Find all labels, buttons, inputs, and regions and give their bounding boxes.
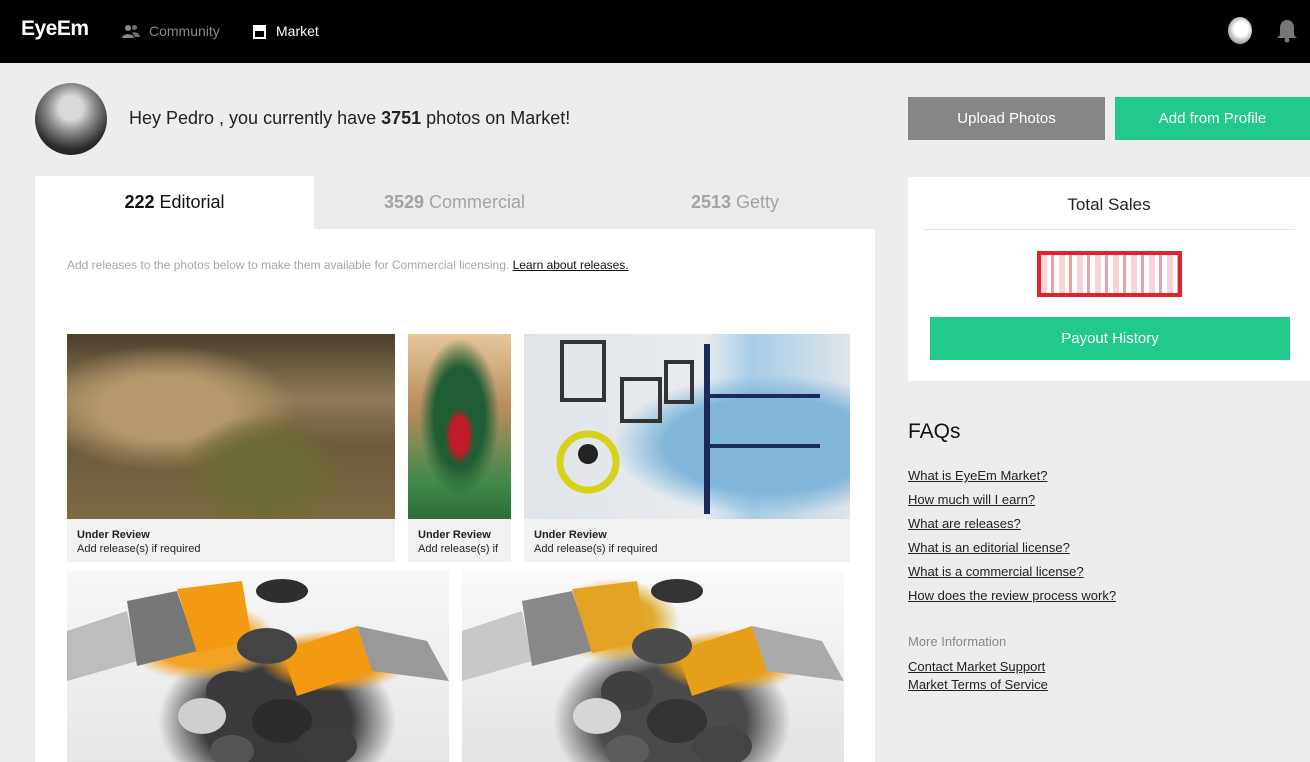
photo-nativity-scene[interactable]: [67, 334, 395, 519]
greeting-text: Hey Pedro , you currently have 3751 phot…: [129, 108, 570, 129]
release-notice: Add releases to the photos below to make…: [67, 258, 629, 272]
photo-paint-brushes-stones-2[interactable]: [462, 571, 844, 762]
photo-painted-wall[interactable]: [524, 334, 850, 519]
tab-editorial[interactable]: 222 Editorial: [35, 176, 314, 229]
tab-editorial-label: Editorial: [159, 192, 225, 212]
tab-commercial-count: 3529: [383, 192, 425, 212]
photo-card[interactable]: [67, 571, 449, 762]
store-icon: [253, 24, 266, 39]
divider: [923, 229, 1295, 230]
total-sales-value-redacted: [1037, 251, 1182, 297]
nav-community[interactable]: Community: [122, 22, 220, 40]
tab-getty-label: Getty: [736, 192, 780, 212]
bell-icon[interactable]: [1276, 18, 1298, 43]
photos-panel: 222 Editorial 3529 Commercial 2513 Getty Ad…: [35, 176, 875, 762]
tab-commercial-label: Commercial: [429, 192, 526, 212]
photo-count: 3751: [381, 108, 422, 128]
photo-note: Add release(s) if: [418, 543, 499, 555]
photo-note: Add release(s) if required: [534, 543, 658, 555]
photo-card[interactable]: Under Review Add release(s) if: [408, 334, 511, 562]
photo-card[interactable]: [462, 571, 844, 762]
nav-community-label: Community: [149, 23, 220, 39]
contact-market-support-link[interactable]: Contact Market Support: [908, 659, 1045, 674]
faq-link[interactable]: How much will I earn?: [908, 492, 1035, 507]
payout-history-button[interactable]: Payout History: [930, 317, 1290, 360]
photo-paint-brushes-stones[interactable]: [67, 571, 449, 762]
total-sales-title: Total Sales: [1067, 195, 1151, 214]
greeting-suffix: photos on Market!: [421, 108, 571, 128]
market-terms-link[interactable]: Market Terms of Service: [908, 677, 1048, 692]
faq-link[interactable]: What is EyeEm Market?: [908, 468, 1047, 483]
photo-card[interactable]: Under Review Add release(s) if required: [67, 334, 395, 562]
total-sales-box: Total Sales Payout History: [908, 177, 1310, 381]
profile-photo: [35, 83, 107, 155]
photo-card[interactable]: Under Review Add release(s) if required: [524, 334, 850, 562]
brush-illustration: [462, 579, 844, 762]
photo-note: Add release(s) if required: [77, 543, 201, 555]
faq-link[interactable]: How does the review process work?: [908, 588, 1116, 603]
photo-status: Under Review: [418, 529, 491, 541]
eyeem-logo[interactable]: EyeEm: [21, 17, 89, 41]
tab-commercial[interactable]: 3529 Commercial: [314, 176, 595, 229]
upload-photos-button[interactable]: Upload Photos: [908, 97, 1105, 140]
add-from-profile-button[interactable]: Add from Profile: [1115, 97, 1310, 140]
top-navigation-bar: EyeEm Community Market: [0, 0, 1310, 63]
photo-status: Under Review: [77, 529, 150, 541]
user-avatar[interactable]: [1228, 17, 1252, 44]
greeting-prefix: Hey Pedro , you currently have: [129, 108, 382, 128]
tab-getty[interactable]: 2513 Getty: [595, 176, 875, 229]
learn-about-releases-link[interactable]: Learn about releases.: [513, 258, 629, 272]
license-tabs: 222 Editorial 3529 Commercial 2513 Getty: [35, 176, 875, 229]
faq-link[interactable]: What are releases?: [908, 516, 1021, 531]
photo-status: Under Review: [534, 529, 607, 541]
release-notice-text: Add releases to the photos below to make…: [67, 258, 513, 272]
tab-editorial-count: 222: [124, 192, 155, 212]
faq-title: FAQs: [908, 420, 961, 443]
nav-market[interactable]: Market: [252, 22, 319, 40]
brush-illustration: [67, 579, 449, 762]
faq-link[interactable]: What is an editorial license?: [908, 540, 1070, 555]
people-icon: [122, 25, 140, 38]
tab-getty-count: 2513: [690, 192, 732, 212]
photo-christmas-tree[interactable]: [408, 334, 511, 519]
nav-market-label: Market: [276, 23, 319, 39]
faq-link[interactable]: What is a commercial license?: [908, 564, 1084, 579]
more-information-title: More Information: [908, 634, 1007, 649]
wall-drawings: [556, 340, 820, 514]
